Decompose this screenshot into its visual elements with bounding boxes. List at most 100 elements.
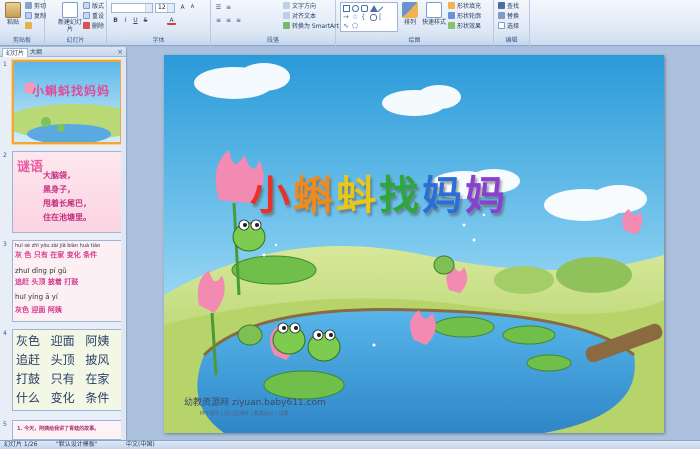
- underline-button[interactable]: U: [131, 16, 140, 25]
- new-slide-label: 新建幻灯片: [58, 19, 83, 33]
- word-item: 阿姨: [85, 334, 110, 348]
- font-color-button[interactable]: A: [167, 16, 176, 25]
- shape-effects-button[interactable]: 形状效果: [448, 22, 481, 31]
- rectangle-shape-icon[interactable]: [343, 5, 350, 12]
- paste-icon: [5, 2, 21, 18]
- brush-icon: [25, 22, 32, 29]
- arrange-icon: [402, 2, 418, 18]
- numbering-button[interactable]: ≡: [224, 3, 233, 12]
- word-item: 变化: [50, 391, 75, 405]
- font-size-select[interactable]: 12: [155, 3, 175, 13]
- slides-panel: 幻灯片 大纲 × 1 小蝌蚪找妈妈 2 谜语 大脑袋， 黑身子， 甩着长尾巴， …: [0, 47, 127, 440]
- paragraph-group-label: 段落: [211, 37, 335, 45]
- layout-icon: [83, 2, 90, 9]
- new-slide-button[interactable]: 新建幻灯片: [58, 2, 82, 33]
- reset-label: 重设: [92, 13, 105, 20]
- slide-3-chars: 灰色 迎面 阿姨: [15, 306, 62, 314]
- scissors-icon: [25, 2, 32, 9]
- find-button[interactable]: 查找: [498, 2, 519, 11]
- tab-outline[interactable]: 大纲: [27, 48, 45, 57]
- strikethrough-button[interactable]: S: [141, 16, 150, 25]
- oval-shape-icon[interactable]: [352, 5, 359, 12]
- align-text-button[interactable]: 对齐文本: [283, 12, 316, 21]
- title-char: 蚪: [336, 172, 379, 219]
- slide-thumbnail-5[interactable]: 1. 今天，阿姨给我讲了青蛙的故事。: [12, 420, 122, 440]
- align-center-button[interactable]: ≡: [224, 16, 233, 25]
- word-item: 头顶: [50, 353, 75, 367]
- shapes-gallery[interactable]: → ☆ { [ ∿ ⬠: [340, 2, 398, 32]
- quick-styles-icon: [426, 2, 442, 18]
- reset-button[interactable]: 重设: [83, 12, 104, 21]
- align-left-button[interactable]: ≡: [214, 16, 223, 25]
- rounded-rectangle-shape-icon[interactable]: [361, 5, 368, 12]
- slide-thumbnail-2[interactable]: 谜语 大脑袋， 黑身子， 甩着长尾巴， 住在池塘里。: [12, 151, 122, 233]
- slide-title[interactable]: 小蝌蚪找妈妈: [250, 163, 508, 221]
- tab-slides[interactable]: 幻灯片: [2, 48, 29, 57]
- title-char: 找: [379, 172, 422, 219]
- shape-effects-label: 形状效果: [457, 23, 482, 30]
- close-icon[interactable]: ×: [117, 48, 123, 56]
- word-item: 打鼓: [16, 372, 41, 386]
- star-shape-icon[interactable]: ☆: [352, 14, 359, 21]
- italic-button[interactable]: I: [121, 16, 130, 25]
- smartart-button[interactable]: 转换为 SmartArt: [283, 22, 339, 31]
- title-char: 妈: [422, 172, 465, 219]
- current-slide[interactable]: 小蝌蚪找妈妈 幼教资源网 ziyuan.baby611.com PPT课件 | …: [164, 55, 664, 433]
- editing-group-label: 编辑: [494, 37, 529, 45]
- slide-thumbnail-1[interactable]: 小蝌蚪找妈妈: [12, 60, 122, 144]
- clipboard-group-label: 剪贴板: [0, 37, 44, 45]
- text-direction-label: 文字方向: [292, 3, 317, 10]
- slide-editor: 小蝌蚪找妈妈 幼教资源网 ziyuan.baby611.com PPT课件 | …: [128, 47, 700, 440]
- font-size-value: 12: [158, 4, 166, 11]
- slide-2-line: 甩着长尾巴，: [43, 199, 91, 208]
- shape-outline-button[interactable]: 形状轮廓: [448, 12, 481, 21]
- bullets-button[interactable]: ☰: [214, 3, 223, 12]
- cut-button[interactable]: 剪切: [25, 2, 46, 11]
- bracket-shape-icon[interactable]: [: [379, 14, 386, 21]
- pentagon-shape-icon[interactable]: ⬠: [352, 23, 359, 30]
- callout-shape-icon[interactable]: [370, 14, 377, 21]
- new-slide-icon: [62, 2, 78, 18]
- shrink-font-button[interactable]: A: [188, 3, 197, 12]
- align-text-label: 对齐文本: [292, 13, 317, 20]
- paragraph-group: ☰ ≡ ≡ ≡ ≡ 文字方向 对齐文本 转换为 SmartArt 段落: [211, 0, 339, 46]
- delete-icon: [83, 22, 90, 29]
- align-text-icon: [283, 12, 290, 19]
- copy-button[interactable]: 复制: [25, 12, 46, 21]
- quick-styles-button[interactable]: 快速样式: [422, 2, 446, 26]
- drawing-group: → ☆ { [ ∿ ⬠ 排列 快速样式 形状填充 形状轮廓 形状效果 绘图: [336, 0, 494, 46]
- arrange-button[interactable]: 排列: [400, 2, 420, 26]
- slide-thumbnail-3[interactable]: huī sè zhī yǒu zài jiā biàn huà tiáo 灰 色…: [12, 240, 122, 322]
- slide-thumbnail-4[interactable]: 灰色 迎面 阿姨 追赶 头顶 披风 打鼓 只有 在家 什么 变化 条件: [12, 329, 122, 411]
- slide-3-chars: 灰 色 只有 在家 变化 条件: [15, 251, 98, 259]
- slide-1-thumb-title: 小蝌蚪找妈妈: [32, 84, 111, 98]
- select-button[interactable]: 选择: [498, 22, 519, 31]
- text-direction-button[interactable]: 文字方向: [283, 2, 316, 11]
- brace-shape-icon[interactable]: {: [361, 14, 368, 21]
- replace-button[interactable]: 替换: [498, 12, 519, 21]
- word-item: 什么: [16, 391, 41, 405]
- binoculars-icon: [498, 2, 505, 9]
- slide-3-pinyin: zhuī dǐng pí gǔ: [15, 267, 67, 275]
- slide-number: 4: [3, 330, 7, 337]
- slide-counter: 幻灯片 1/26: [4, 441, 38, 448]
- format-painter-button[interactable]: [25, 22, 34, 31]
- curve-shape-icon[interactable]: ∿: [343, 23, 350, 30]
- panel-scrollbar[interactable]: [121, 58, 126, 440]
- smartart-label: 转换为 SmartArt: [292, 23, 339, 30]
- shape-fill-button[interactable]: 形状填充: [448, 2, 481, 11]
- delete-button[interactable]: 删除: [83, 22, 104, 31]
- bold-button[interactable]: B: [111, 16, 120, 25]
- slide-1-preview: [14, 62, 120, 142]
- layout-button[interactable]: 版式: [83, 2, 104, 11]
- chevron-down-icon: [145, 4, 152, 12]
- font-family-select[interactable]: [111, 3, 153, 13]
- paste-button[interactable]: 粘贴: [2, 2, 24, 26]
- paint-bucket-icon: [448, 2, 455, 9]
- arrow-shape-icon[interactable]: →: [343, 14, 350, 21]
- grow-font-button[interactable]: A: [178, 3, 187, 12]
- find-label: 查找: [507, 3, 520, 10]
- align-right-button[interactable]: ≡: [234, 16, 243, 25]
- slides-group: 新建幻灯片 版式 重设 删除 幻灯片: [45, 0, 107, 46]
- layout-label: 版式: [92, 3, 105, 10]
